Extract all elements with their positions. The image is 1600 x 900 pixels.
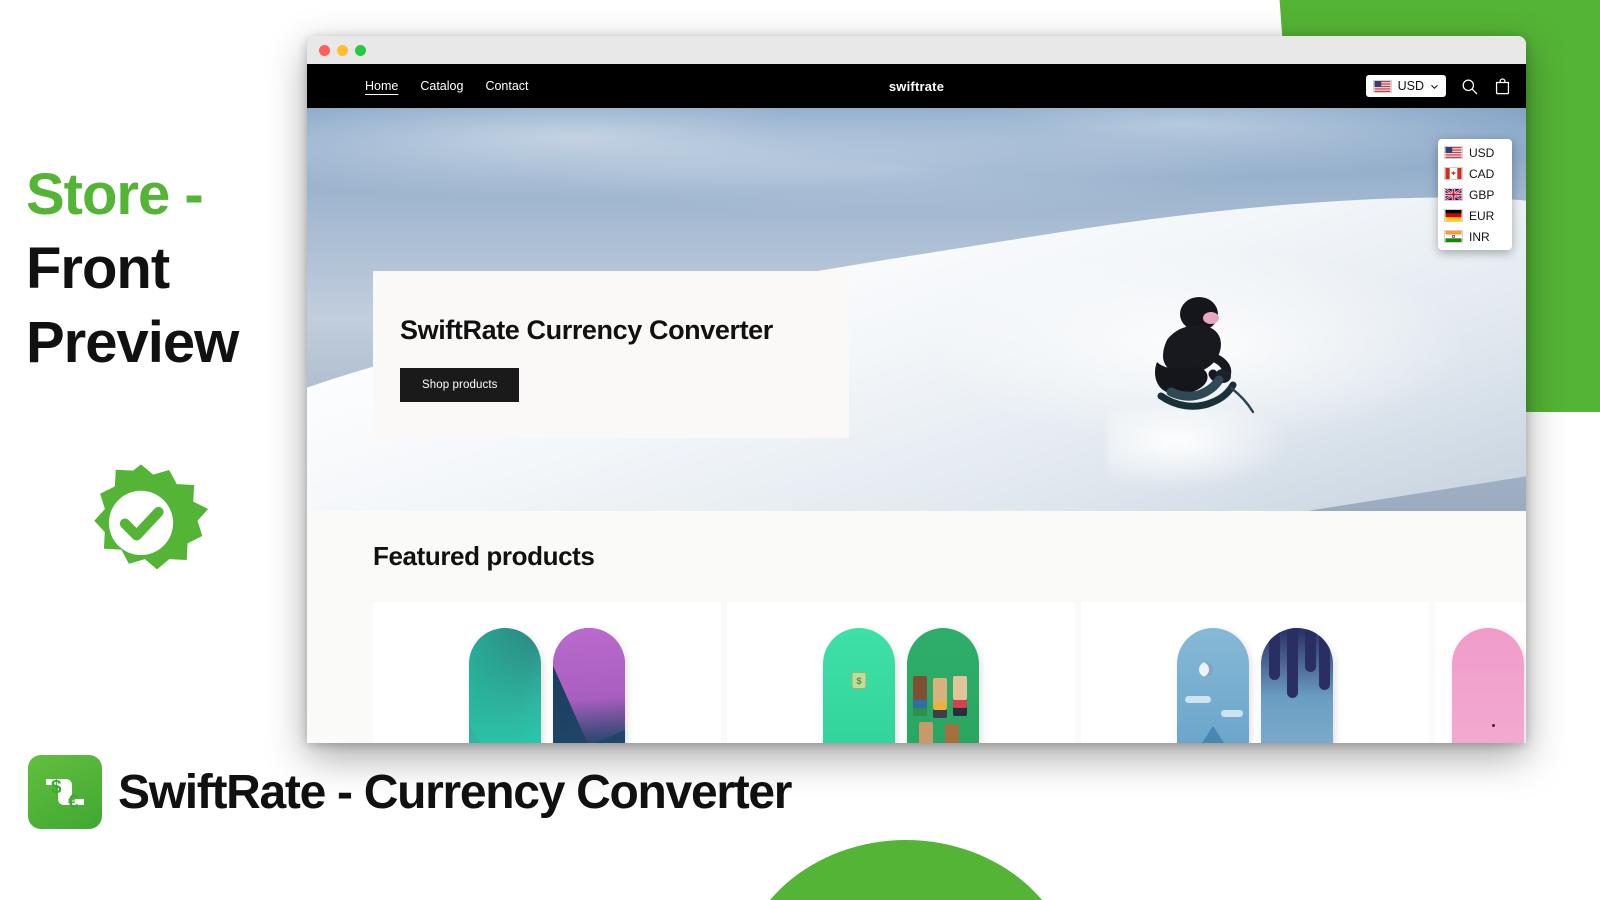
drip-graphic [1287,628,1298,698]
chevron-down-icon [1431,84,1438,89]
svg-text:€: € [68,792,79,813]
snowboard-navy-purple: SH [553,628,625,743]
currency-option-inr[interactable]: INR [1438,226,1512,247]
promo-title: Store - Front Preview [26,158,296,381]
window-close-button[interactable] [319,44,330,56]
shopping-bag-icon[interactable] [1493,77,1512,96]
currency-selector-value: USD [1397,79,1424,93]
de-flag-icon [1444,209,1463,222]
currency-option-eur[interactable]: EUR [1438,205,1512,226]
drip-graphic [1305,628,1316,672]
currency-option-label: EUR [1469,208,1495,223]
featured-products-heading: Featured products [373,541,595,571]
decorative-green-arc-bottom [736,840,1076,900]
store-header: Home Catalog Contact swiftrate USD [307,64,1526,108]
product-image-pink [1451,628,1524,743]
screenshot-root: Store - Front Preview $ € SwiftRate - Cu… [0,0,1600,900]
currency-option-usd[interactable]: USD [1438,142,1512,163]
currency-option-gbp[interactable]: GBP [1438,184,1512,205]
app-banner-title: SwiftRate - Currency Converter [118,765,792,819]
character-pixel [919,722,933,743]
ca-flag-icon [1444,167,1463,180]
cloud-graphic [1221,710,1243,717]
drip-graphic [1319,628,1330,690]
svg-text:$: $ [51,777,62,798]
header-actions: USD [1365,64,1512,108]
currency-option-label: CAD [1469,166,1495,181]
snowboarder-illustration [1155,297,1255,414]
shop-products-button[interactable]: Shop products [400,368,520,403]
drip-graphic [1269,628,1280,680]
spot-graphic [1491,724,1495,727]
browser-window: Home Catalog Contact swiftrate USD USD C… [307,36,1526,743]
product-card[interactable]: SH [373,602,721,743]
currency-dropdown-menu[interactable]: USD CAD GBP EUR INR [1438,139,1512,250]
product-image-teal-navy: SH [469,628,625,743]
product-image-mint-characters: $ [823,628,979,743]
nav-link-home[interactable]: Home [365,79,398,93]
snowboard-pink [1451,628,1524,743]
character-pixel [913,676,927,700]
product-card[interactable] [1435,602,1526,743]
snowboard-night-scene [1177,628,1249,743]
currency-selector-button[interactable]: USD [1365,75,1446,97]
character-pixel [953,676,967,700]
search-icon[interactable] [1460,77,1479,96]
mountain-graphic [1187,726,1239,743]
character-pixel [945,724,959,743]
app-banner: $ € SwiftRate - Currency Converter [28,755,792,829]
main-navigation: Home Catalog Contact [365,79,529,93]
verified-check-badge-icon [65,447,217,593]
product-card[interactable]: $ [727,602,1075,743]
us-flag-icon [1444,146,1463,159]
nav-link-contact[interactable]: Contact [485,79,528,93]
us-flag-icon [1372,79,1392,93]
promo-title-accent: Store - [26,162,204,227]
currency-option-label: USD [1469,145,1495,160]
snowboard-whale [1261,628,1333,743]
hero-card: SwiftRate Currency Converter Shop produc… [373,271,849,439]
snowboard-characters [907,628,979,743]
hero-heading: SwiftRate Currency Converter [400,315,773,345]
gb-flag-icon [1444,188,1463,201]
window-minimize-button[interactable] [337,44,348,56]
featured-products-section: Featured products SH $ [307,511,1526,743]
currency-option-label: INR [1469,229,1490,244]
snowboard-teal [469,628,541,743]
hero-section: SwiftRate Currency Converter Shop produc… [307,108,1526,511]
browser-titlebar [307,36,1526,64]
product-card[interactable] [1081,602,1429,743]
cloud-graphic [1185,696,1211,703]
product-list: SH $ [373,602,1526,743]
promo-title-rest: Front Preview [26,236,239,376]
window-maximize-button[interactable] [355,44,366,56]
currency-option-label: GBP [1469,187,1495,202]
product-image-night-whale [1177,628,1333,743]
currency-option-cad[interactable]: CAD [1438,163,1512,184]
nav-link-catalog[interactable]: Catalog [420,79,463,93]
in-flag-icon [1444,230,1463,243]
snowboard-mint: $ [823,628,895,743]
moon-graphic [1199,662,1214,677]
character-pixel [933,678,947,702]
money-bag-graphic: $ [851,672,867,689]
currency-exchange-app-icon: $ € [28,755,102,829]
